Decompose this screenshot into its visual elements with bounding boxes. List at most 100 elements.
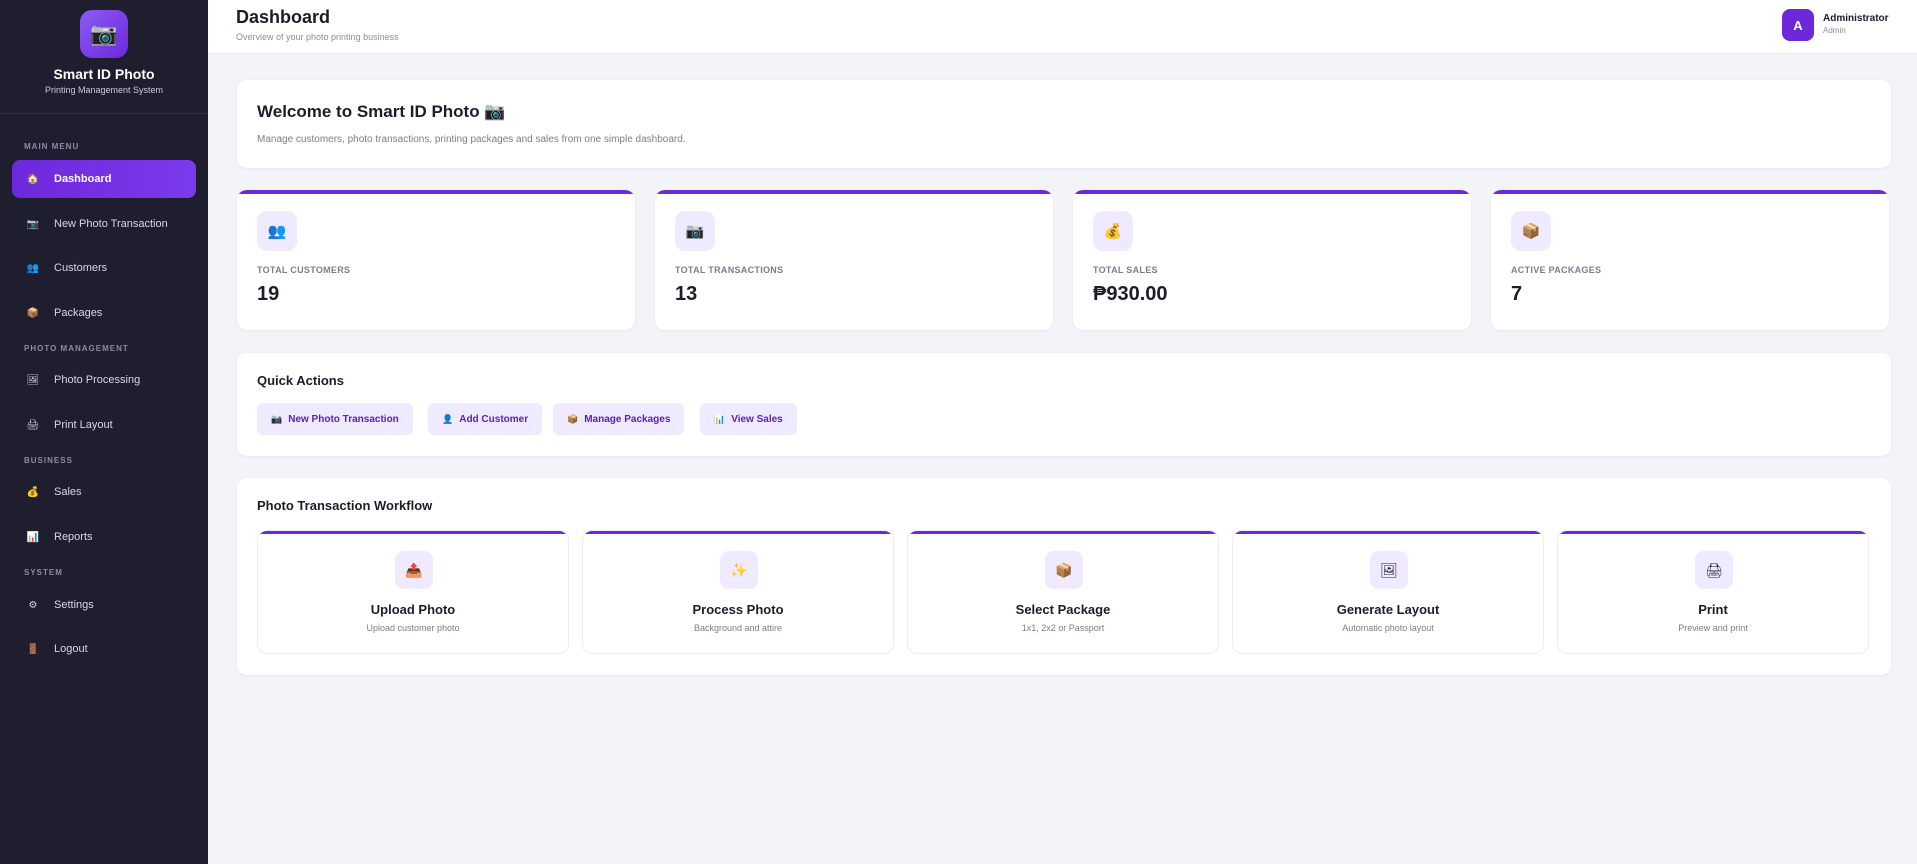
workflow-title: Photo Transaction Workflow [257,498,433,513]
sidebar-item-new-photo-transaction[interactable]: 📷 New Photo Transaction [12,205,196,243]
step-subtitle: Background and attire [693,623,783,633]
stat-label: TOTAL SALES [1093,265,1158,275]
printer-icon: 🖨 [1695,551,1733,589]
step-accent-bar [908,531,1218,534]
section-label-business: BUSINESS [24,456,73,465]
stat-label: ACTIVE PACKAGES [1511,265,1602,275]
user-role: Admin [1823,26,1846,35]
button-label: New Photo Transaction [288,413,399,425]
button-label: Manage Packages [584,413,671,425]
step-title: Process Photo [692,602,784,617]
sidebar-item-label: Photo Processing [54,374,141,386]
brand-name: Smart ID Photo [53,66,155,82]
package-icon: 📦 [567,413,579,424]
sidebar-item-photo-processing[interactable]: 🖼 Photo Processing [12,361,196,399]
workflow-step-generate-layout[interactable]: 🖼 Generate Layout Automatic photo layout [1232,530,1544,654]
sidebar-item-label: Dashboard [54,173,112,185]
sidebar-item-print-layout[interactable]: 🖨 Print Layout [12,406,196,444]
new-photo-transaction-button[interactable]: 📷 New Photo Transaction [257,403,413,435]
workflow-card: Photo Transaction Workflow 📤 Upload Phot… [237,478,1891,675]
sidebar-item-reports[interactable]: 📊 Reports [12,518,196,556]
add-customer-button[interactable]: 👤 Add Customer [428,403,543,435]
camera-icon: 📷 [80,10,128,58]
workflow-step-select-package[interactable]: 📦 Select Package 1x1, 2x2 or Passport [907,530,1219,654]
step-accent-bar [258,531,568,534]
step-title: Generate Layout [1336,602,1440,617]
user-icon: 👤 [442,413,454,424]
stat-value: 19 [257,283,280,305]
step-subtitle: Automatic photo layout [1342,623,1434,633]
avatar[interactable]: A [1782,9,1814,41]
users-icon: 👥 [257,211,297,251]
stat-card-total-transactions: 📷 TOTAL TRANSACTIONS 13 [655,190,1053,330]
section-label-system: SYSTEM [24,568,63,577]
view-sales-button[interactable]: 📊 View Sales [700,403,797,435]
button-label: View Sales [731,413,783,425]
sidebar-item-dashboard[interactable]: 🏠 Dashboard [12,160,196,198]
step-accent-bar [1558,531,1868,534]
sidebar-item-label: Logout [54,643,88,655]
bar-chart-icon: 📊 [26,531,40,543]
section-label-main-menu: MAIN MENU [24,142,80,151]
quick-actions-title: Quick Actions [257,373,344,388]
workflow-step-process-photo[interactable]: ✨ Process Photo Background and attire [582,530,894,654]
sidebar-item-label: Print Layout [54,419,113,431]
gear-icon: ⚙ [28,599,38,611]
package-icon: 📦 [1511,211,1551,251]
stat-accent-bar [237,190,635,194]
stat-card-active-packages: 📦 ACTIVE PACKAGES 7 [1491,190,1889,330]
bar-chart-icon: 📊 [714,413,726,424]
image-icon: 🖼 [26,374,40,386]
sidebar-item-settings[interactable]: ⚙ Settings [12,586,196,624]
step-title: Upload Photo [370,602,456,617]
stat-accent-bar [655,190,1053,194]
stat-label: TOTAL CUSTOMERS [257,265,351,275]
step-accent-bar [583,531,893,534]
camera-icon: 📷 [675,211,715,251]
stat-accent-bar [1491,190,1889,194]
sidebar-item-label: Customers [54,262,108,274]
user-name[interactable]: Administrator [1823,13,1889,24]
stat-accent-bar [1073,190,1471,194]
sidebar-item-sales[interactable]: 💰 Sales [12,473,196,511]
door-icon: 🚪 [26,643,40,655]
page-title: Dashboard [236,7,331,27]
page-subtitle: Overview of your photo printing business [236,32,399,42]
sidebar-item-label: New Photo Transaction [54,218,168,230]
stat-value: 7 [1511,283,1523,305]
welcome-text: Manage customers, photo transactions, pr… [257,134,686,145]
top-header: Dashboard Overview of your photo printin… [208,0,1917,54]
package-icon: 📦 [1045,551,1083,589]
users-icon: 👥 [26,262,40,274]
stat-value: ₱930.00 [1093,283,1168,305]
section-label-photo-management: PHOTO MANAGEMENT [24,344,129,353]
brand-subtitle: Printing Management System [44,85,164,95]
sidebar: 📷 Smart ID Photo Printing Management Sys… [0,0,208,864]
brand: 📷 Smart ID Photo Printing Management Sys… [0,0,208,114]
sidebar-item-label: Packages [54,307,103,319]
stat-value: 13 [675,283,698,305]
quick-actions-card: Quick Actions 📷 New Photo Transaction 👤 … [237,353,1891,456]
stat-label: TOTAL TRANSACTIONS [675,265,784,275]
money-bag-icon: 💰 [26,486,40,498]
step-title: Print [1698,602,1728,617]
welcome-card: Welcome to Smart ID Photo 📷 Manage custo… [237,80,1891,168]
step-subtitle: Upload customer photo [366,623,460,633]
sparkles-icon: ✨ [720,551,758,589]
workflow-step-print[interactable]: 🖨 Print Preview and print [1557,530,1869,654]
step-title: Select Package [1015,602,1111,617]
step-subtitle: 1x1, 2x2 or Passport [1021,623,1105,633]
manage-packages-button[interactable]: 📦 Manage Packages [553,403,685,435]
stat-card-total-customers: 👥 TOTAL CUSTOMERS 19 [237,190,635,330]
home-icon: 🏠 [26,173,40,185]
sidebar-item-packages[interactable]: 📦 Packages [12,294,196,332]
package-icon: 📦 [26,307,40,319]
sidebar-item-customers[interactable]: 👥 Customers [12,249,196,287]
step-subtitle: Preview and print [1678,623,1748,633]
upload-icon: 📤 [395,551,433,589]
sidebar-item-label: Settings [54,599,94,611]
sidebar-item-logout[interactable]: 🚪 Logout [12,630,196,668]
image-icon: 🖼 [1370,551,1408,589]
camera-icon: 📷 [271,413,283,424]
workflow-step-upload-photo[interactable]: 📤 Upload Photo Upload customer photo [257,530,569,654]
